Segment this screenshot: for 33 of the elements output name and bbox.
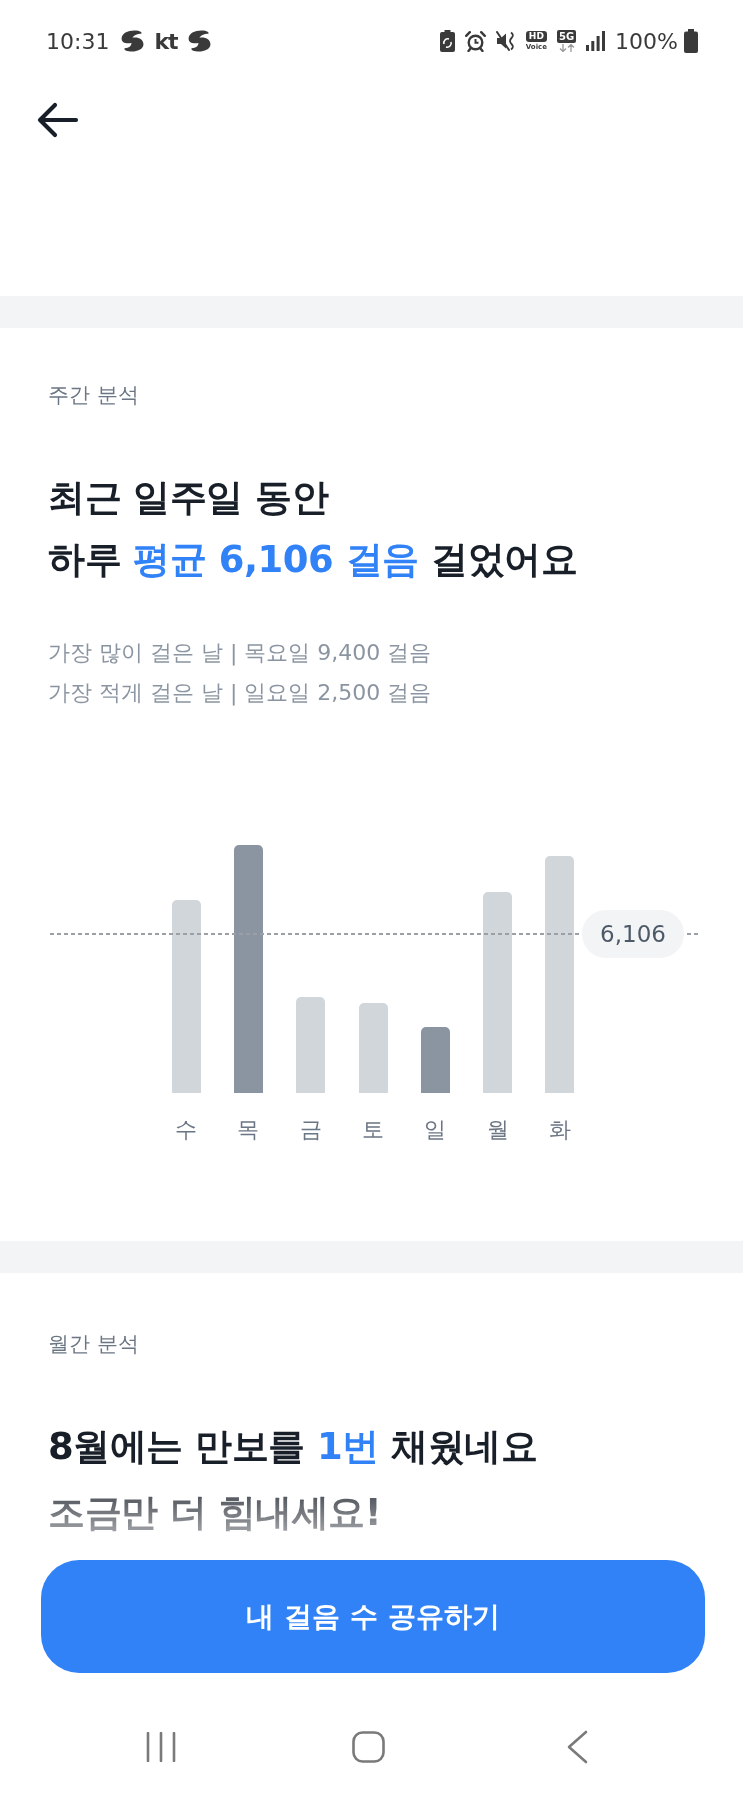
day-label: 화 [548, 1116, 571, 1144]
day-label: 수 [175, 1116, 198, 1144]
day-label: 목 [237, 1116, 260, 1144]
network-type-indicator: 5G [556, 30, 577, 43]
back-icon[interactable] [566, 1730, 588, 1764]
back-arrow-icon[interactable] [37, 102, 79, 138]
alarm-clock-icon [464, 30, 486, 52]
speaker-mute-icon [495, 31, 516, 51]
clock-time: 10:31 [46, 28, 110, 54]
hd-indicator: HD [525, 31, 547, 42]
average-line [684, 933, 698, 935]
weekly-headline: 최근 일주일 동안 하루 평균 6,106 걸음 걸었어요 [48, 475, 578, 583]
recent-apps-icon[interactable] [146, 1732, 176, 1762]
signal-icon [586, 31, 606, 51]
detail-text: 가장 많이 걸은 날 | 목요일 9,400 걸음 [48, 639, 432, 668]
day-label: 금 [299, 1116, 322, 1144]
battery-icon [684, 29, 698, 53]
swirl-icon [120, 30, 146, 52]
day-label: 월 [486, 1116, 509, 1144]
day-label: 토 [362, 1116, 385, 1144]
average-value-label: 6,106 [582, 910, 684, 958]
monthly-headline: 8월에는 만보를 1번 채웠네요 조금만 더 힘내세요! [48, 1424, 538, 1536]
detail-text: 가장 적게 걸은 날 | 일요일 2,500 걸음 [48, 679, 432, 708]
share-steps-button[interactable]: 내 걸음 수 공유하기 [41, 1560, 705, 1673]
home-icon[interactable] [352, 1731, 385, 1763]
section-label: 주간 분석 [48, 382, 139, 409]
swirl-icon [186, 30, 212, 52]
battery-recycle-icon [439, 30, 455, 52]
carrier-name: kt [154, 28, 178, 54]
data-arrows-icon [558, 44, 575, 52]
day-label: 일 [424, 1116, 447, 1144]
section-label: 월간 분석 [48, 1331, 139, 1358]
battery-percent: 100% [615, 28, 678, 54]
